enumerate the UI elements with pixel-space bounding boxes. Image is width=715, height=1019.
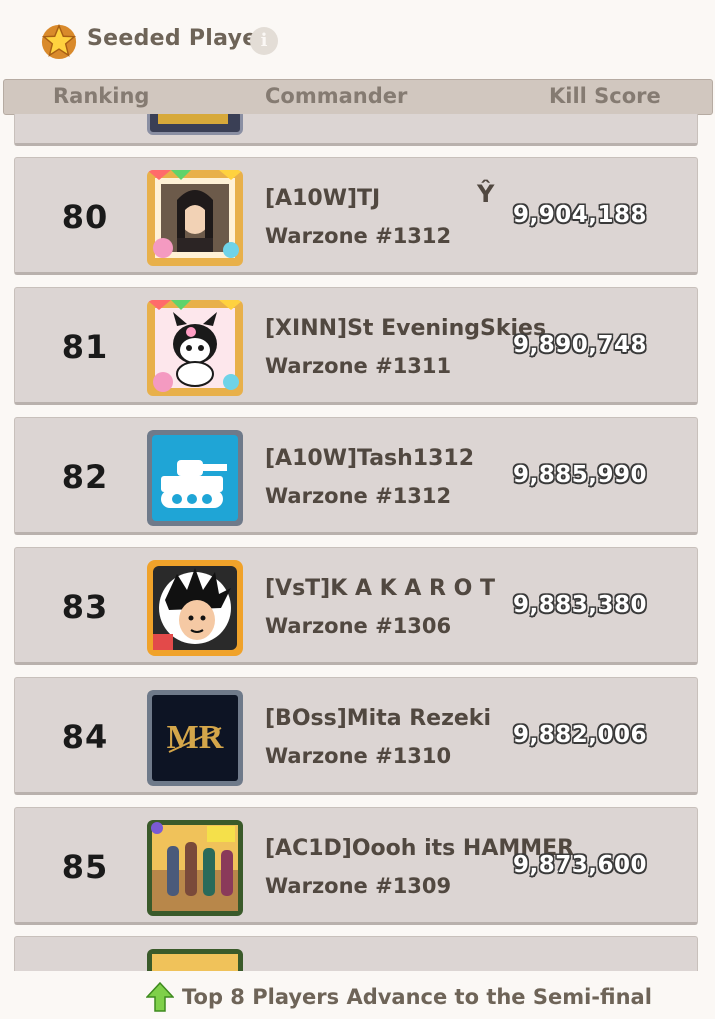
commander-name: [XINN]St EveningSkies [265,316,547,341]
rank: 85 [61,848,109,886]
table-row-partial[interactable] [14,114,698,146]
column-kill-score: Kill Score [549,84,661,108]
warzone: Warzone #1310 [265,744,452,768]
green-up-arrow-icon [146,981,174,1012]
warzone: Warzone #1312 [265,484,452,508]
rank: 84 [61,718,109,756]
header: Seeded Player i [0,0,715,80]
goku-icon [147,560,243,656]
table-row[interactable]: 80 [A10W]TJ Ŷ Warzone #1312 9,904,188 [14,157,698,275]
rank: 81 [61,328,109,366]
tank-icon [147,430,243,526]
avatar [147,114,243,135]
table-row[interactable]: 82 [A10W]Tash1312 Warzone #1312 9,885,99… [14,417,698,535]
rank: 82 [61,458,109,496]
table-row[interactable]: 83 [VsT]K A K A R O T Warzone #1306 9,88… [14,547,698,665]
table-row[interactable]: 85 [AC1D]Oooh its HAMMER Warzone #1309 9… [14,807,698,925]
warzone: Warzone #1312 [265,224,452,248]
column-commander: Commander [265,84,408,108]
kuromi-frame-icon [147,300,243,396]
kill-score: 9,883,380 [513,592,647,618]
svg-text:MR: MR [167,719,224,756]
commander-name: [A10W]TJ [265,186,381,211]
warzone: Warzone #1309 [265,874,452,898]
column-ranking: Ranking [53,84,150,108]
leaderboard-list[interactable]: 80 [A10W]TJ Ŷ Warzone #1312 9,904,188 81 [0,114,715,971]
kill-score: 9,890,748 [513,332,647,358]
commander-name: [VsT]K A K A R O T [265,576,495,601]
advance-notice: Top 8 Players Advance to the Semi-final [182,985,652,1009]
warzone: Warzone #1311 [265,354,452,378]
commander-name: [BOss]Mita Rezeki [265,706,491,731]
kill-score: 9,882,006 [513,722,647,748]
portrait-frame-icon [147,170,243,266]
column-header: Ranking Commander Kill Score [3,79,713,115]
kill-score: 9,885,990 [513,462,647,488]
avatar [147,949,243,971]
table-row[interactable]: 81 [XINN]St EveningSkies Warzone #1311 9… [14,287,698,405]
table-row[interactable]: 84 MR [BOss]Mita Rezeki Warzone #1310 9,… [14,677,698,795]
rank: 83 [61,588,109,626]
table-row-partial[interactable] [14,936,698,971]
star-icon [41,23,77,60]
hammer-time-icon [147,820,243,916]
rank: 80 [61,198,109,236]
footer: Top 8 Players Advance to the Semi-final [0,971,715,1019]
kill-score: 9,904,188 [513,202,647,228]
commander-name: [A10W]Tash1312 [265,446,475,471]
warzone: Warzone #1306 [265,614,452,638]
mr-logo-icon: MR [147,690,243,786]
name-glyph: Ŷ [477,180,495,208]
info-icon[interactable]: i [250,27,278,55]
kill-score: 9,873,600 [513,852,647,878]
page-title: Seeded Player [87,26,269,51]
